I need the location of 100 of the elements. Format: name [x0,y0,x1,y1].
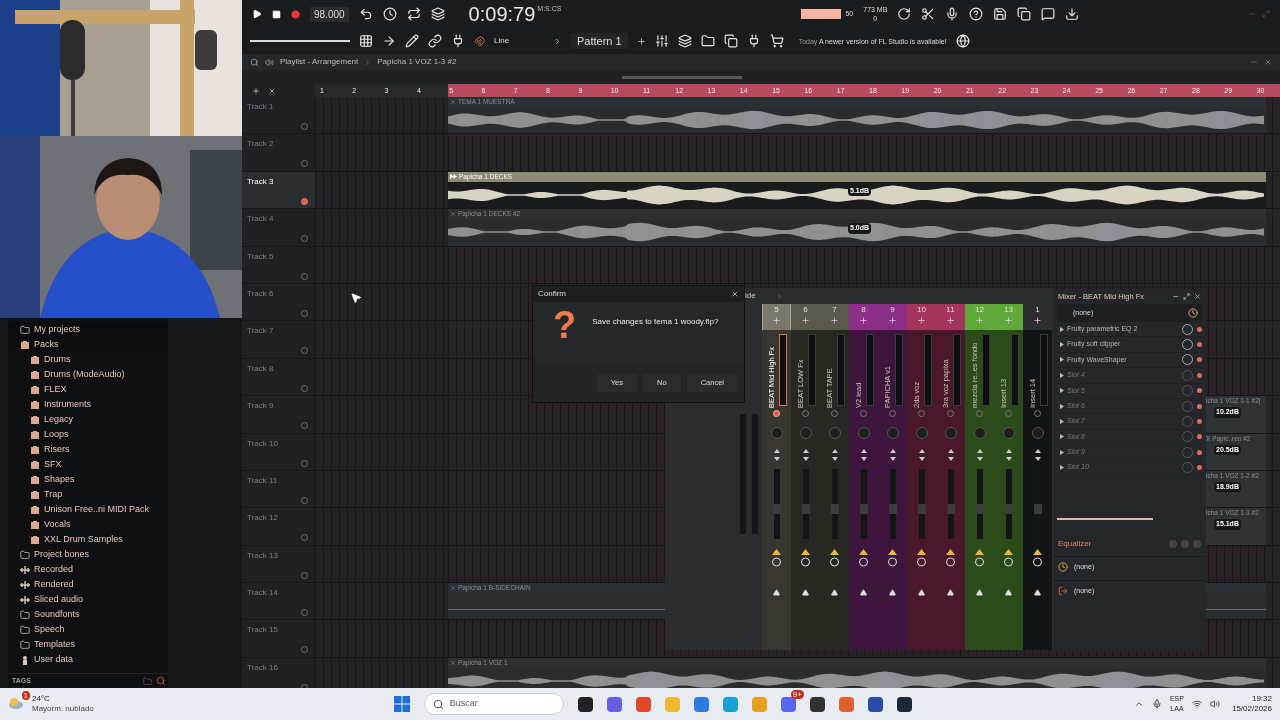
save-icon[interactable] [993,7,1008,21]
knob[interactable] [799,427,812,439]
browser-item[interactable]: Instruments [44,397,92,412]
microphone-icon[interactable] [945,7,960,21]
zoom-icon[interactable] [250,57,259,67]
fader[interactable] [1005,469,1012,539]
knob[interactable] [973,427,986,439]
remove-icon[interactable] [268,86,276,95]
start-icon[interactable] [393,696,410,712]
track-name[interactable]: Track 16 [247,661,278,674]
browser-item[interactable]: Shapes [44,472,75,487]
expand-icon[interactable] [1060,465,1064,471]
app-icon[interactable] [867,696,883,712]
speaker-icon[interactable] [265,57,274,67]
browser-item[interactable]: Speech [34,622,65,637]
track-name[interactable]: Track 7 [247,325,274,338]
browser-icon[interactable] [700,34,715,48]
browser-item[interactable]: Rendered [34,577,74,592]
close-icon[interactable] [1264,58,1272,66]
mixer-strip-header[interactable]: 9 [878,304,907,330]
browser-item[interactable]: Unison Free..ni MIDI Pack [44,502,150,517]
fader[interactable] [976,469,983,539]
track-name[interactable]: Track 15 [247,624,278,637]
copy-icon[interactable] [1017,7,1032,21]
browser-item[interactable]: Project bones [34,547,90,562]
help-icon[interactable] [969,7,984,21]
next-icon[interactable] [553,36,562,46]
expand-icon[interactable] [1060,434,1064,440]
add-pattern-icon[interactable] [636,36,646,46]
browser-item[interactable]: Risers [44,442,70,457]
track-name[interactable]: Track 6 [247,287,274,300]
expand-icon[interactable] [1060,357,1064,363]
browser-item[interactable]: SFX [44,457,62,472]
knob[interactable] [886,427,899,439]
search-field[interactable]: Buscar [423,693,564,715]
expand-icon[interactable] [1060,342,1064,348]
magnet-icon[interactable] [474,35,485,47]
output-icon[interactable] [1058,586,1068,597]
browser-item[interactable]: Loops [44,427,69,442]
knob[interactable] [1031,427,1044,439]
layers-icon[interactable] [430,7,445,21]
pencil-icon[interactable] [405,34,419,48]
browser-item[interactable]: Vocals [44,517,71,532]
app-icon[interactable] [577,696,593,712]
chevron-icon[interactable] [1133,699,1144,709]
expand-icon[interactable] [1060,449,1064,455]
clip-menu-icon[interactable] [450,659,456,666]
clock-date[interactable]: 15/02/2026 [1231,704,1272,714]
track-name[interactable]: Track 8 [247,362,274,375]
chevron-icon[interactable] [775,292,783,300]
play-button[interactable] [252,9,262,19]
browser-item[interactable]: My projects [34,322,80,337]
browser-item[interactable]: XXL Drum Samples [44,532,123,547]
track-name[interactable]: Track 1 [247,101,274,113]
track-name[interactable]: Track 3 [247,175,274,188]
loop-icon[interactable] [406,7,421,21]
track-name[interactable]: Track 12 [247,512,278,525]
link-icon[interactable] [428,34,442,48]
clock-time[interactable]: 19:32 [1251,694,1272,704]
expand-icon[interactable] [1060,326,1064,332]
browser-item[interactable]: User data [34,652,74,667]
globe-icon[interactable] [955,34,970,48]
knob[interactable] [915,427,928,439]
snap-selector[interactable]: Line [494,35,544,47]
mixer-strip-header[interactable]: 7 [820,304,849,330]
knob[interactable] [944,427,957,439]
track-name[interactable]: Track 11 [247,474,278,487]
expand-icon[interactable] [1060,419,1064,425]
mixer-strip-header[interactable]: 10 [907,304,936,330]
track-name[interactable]: Track 5 [247,250,274,263]
track-name[interactable]: Track 13 [247,549,278,562]
knob[interactable] [770,427,783,439]
add-track-icon[interactable] [252,86,260,95]
network-icon[interactable] [1191,699,1202,709]
cart-icon[interactable] [769,34,784,48]
track-name[interactable]: Track 4 [247,213,274,226]
slider-track[interactable] [1057,517,1153,520]
browser-item[interactable]: Drums (ModeAudio) [44,367,125,382]
expand-icon[interactable] [1060,372,1064,378]
browser-item[interactable]: Trap [44,487,63,502]
mixer-strip-header[interactable]: 11 [936,304,965,330]
search-icon[interactable] [156,676,166,686]
browser-item[interactable]: Packs [34,337,59,352]
knob[interactable] [1002,427,1015,439]
tempo-field[interactable]: 98.000 [310,6,349,22]
mixer-strip-header[interactable]: 8 [849,304,878,330]
mixer-strip-header[interactable]: 6 [791,304,820,330]
minimize-icon[interactable] [1172,293,1179,300]
microphone-icon[interactable] [1151,699,1162,709]
browser-item[interactable]: Soundfonts [34,607,80,622]
mixer-strip-header[interactable]: 5 [762,304,791,330]
expand-icon[interactable] [1060,403,1064,409]
expand-icon[interactable] [1060,388,1064,394]
browser-item[interactable]: Recorded [34,562,74,577]
folder-icon[interactable] [143,676,152,686]
knob[interactable] [828,427,841,439]
download-icon[interactable] [1065,7,1080,21]
scroll-bar[interactable] [622,75,742,79]
stop-button[interactable] [272,9,281,19]
refresh-icon[interactable] [897,7,912,21]
